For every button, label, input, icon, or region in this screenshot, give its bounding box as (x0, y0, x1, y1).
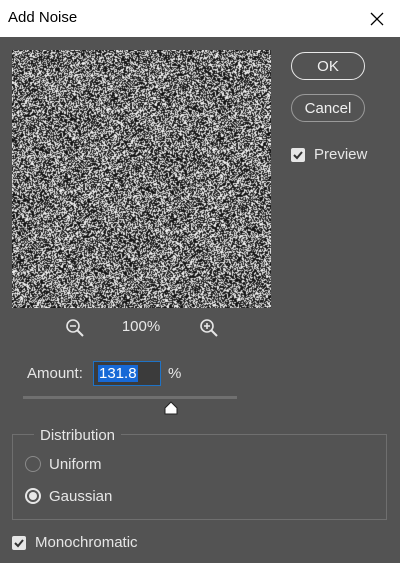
ok-button[interactable]: OK (291, 52, 365, 80)
uniform-radio[interactable] (25, 456, 41, 472)
zoom-level: 100% (121, 318, 161, 335)
gaussian-label[interactable]: Gaussian (49, 488, 112, 505)
title-bar: Add Noise (0, 0, 400, 37)
preview-checkbox[interactable] (291, 148, 305, 162)
monochromatic-label[interactable]: Monochromatic (35, 534, 138, 551)
zoom-in-icon (200, 319, 218, 337)
radio-selected-dot (29, 492, 37, 500)
dialog-title: Add Noise (8, 9, 78, 26)
close-icon (370, 12, 384, 25)
distribution-group (12, 434, 387, 520)
zoom-out-icon (66, 319, 84, 337)
percent-unit-label: % (168, 365, 182, 382)
slider-thumb-icon (164, 401, 178, 415)
amount-value: 131.8 (98, 365, 138, 382)
zoom-in-button[interactable] (199, 318, 219, 338)
uniform-label[interactable]: Uniform (49, 456, 102, 473)
zoom-out-button[interactable] (65, 318, 85, 338)
checkmark-icon (293, 151, 303, 160)
noise-preview-image (12, 50, 271, 308)
amount-slider-thumb[interactable] (164, 401, 178, 415)
preview-label[interactable]: Preview (314, 146, 367, 163)
distribution-legend: Distribution (34, 427, 122, 444)
cancel-button[interactable]: Cancel (291, 94, 365, 122)
gaussian-radio[interactable] (25, 488, 41, 504)
amount-slider-track[interactable] (23, 396, 237, 399)
checkmark-icon (14, 539, 24, 548)
amount-label: Amount: (27, 365, 83, 382)
monochromatic-checkbox[interactable] (12, 536, 26, 550)
noise-preview[interactable] (12, 50, 271, 308)
close-button[interactable] (354, 0, 400, 37)
amount-input[interactable]: 131.8 (93, 361, 161, 386)
